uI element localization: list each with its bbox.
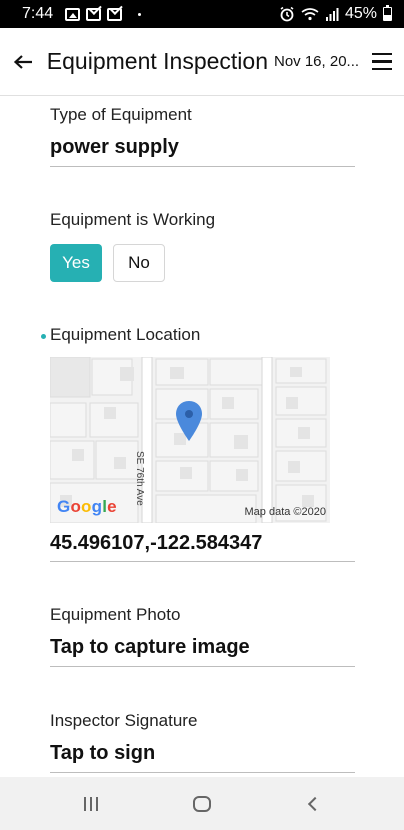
required-indicator xyxy=(41,334,46,339)
battery-percent: 45% xyxy=(344,5,377,22)
battery-icon xyxy=(383,5,392,21)
status-right: 45% xyxy=(279,5,392,23)
location-value[interactable]: 45.496107,-122.584347 xyxy=(50,532,355,555)
location-underline xyxy=(50,561,355,562)
location-field: Equipment Location xyxy=(50,325,355,345)
signature-value-wrap[interactable]: Tap to sign xyxy=(50,742,355,765)
home-icon[interactable] xyxy=(182,784,222,824)
location-value-wrap[interactable]: 45.496107,-122.584347 xyxy=(50,532,355,555)
photo-value-wrap[interactable]: Tap to capture image xyxy=(50,636,355,659)
signal-icon xyxy=(325,8,339,21)
signature-underline xyxy=(50,772,355,773)
mail-icon xyxy=(86,7,102,21)
form-content[interactable]: Type of Equipment power supply Equipment… xyxy=(0,97,404,777)
photo-label: Equipment Photo xyxy=(50,605,181,624)
status-bar: 7:44 45% xyxy=(0,0,404,28)
yes-button[interactable]: Yes xyxy=(50,244,102,282)
google-logo: Google xyxy=(57,497,117,516)
map-attribution: Map data ©2020 xyxy=(244,506,327,518)
working-label: Equipment is Working xyxy=(50,210,216,229)
photo-underline xyxy=(50,666,355,667)
capture-image-button[interactable]: Tap to capture image xyxy=(50,636,355,659)
dot-icon xyxy=(138,12,142,16)
page-date: Nov 16, 20... xyxy=(274,53,360,70)
type-underline xyxy=(50,166,355,167)
image-icon xyxy=(65,7,81,21)
working-toggle: Yes No xyxy=(50,244,165,282)
no-button[interactable]: No xyxy=(113,244,165,282)
app-bar: Equipment Inspection Nov 16, 20... xyxy=(0,28,404,96)
map-street-label: SE 76th Ave xyxy=(134,451,145,506)
location-label: Equipment Location xyxy=(50,325,201,344)
recents-icon[interactable] xyxy=(71,784,111,824)
status-time: 7:44 xyxy=(22,5,54,22)
hamburger-menu-icon[interactable] xyxy=(359,28,404,96)
status-left: 7:44 xyxy=(22,5,142,23)
alarm-icon xyxy=(280,6,294,22)
signature-label: Inspector Signature xyxy=(50,711,198,730)
tap-to-sign-button[interactable]: Tap to sign xyxy=(50,742,355,765)
type-value[interactable]: power supply xyxy=(50,136,355,159)
type-field-value-wrap[interactable]: power supply xyxy=(50,136,355,159)
wifi-icon xyxy=(301,8,319,21)
page-title: Equipment Inspection xyxy=(46,48,268,74)
back-icon[interactable] xyxy=(293,784,333,824)
back-arrow-icon[interactable] xyxy=(0,28,47,96)
mail-icon xyxy=(107,7,123,21)
system-nav-bar xyxy=(0,777,404,830)
signature-field: Inspector Signature xyxy=(50,711,355,731)
working-field: Equipment is Working xyxy=(50,210,355,230)
photo-field: Equipment Photo xyxy=(50,605,355,625)
type-label: Type of Equipment xyxy=(50,105,192,124)
type-field-label: Type of Equipment xyxy=(50,105,355,125)
location-map[interactable]: SE 76th Ave Google Map data ©2020 xyxy=(50,357,330,523)
